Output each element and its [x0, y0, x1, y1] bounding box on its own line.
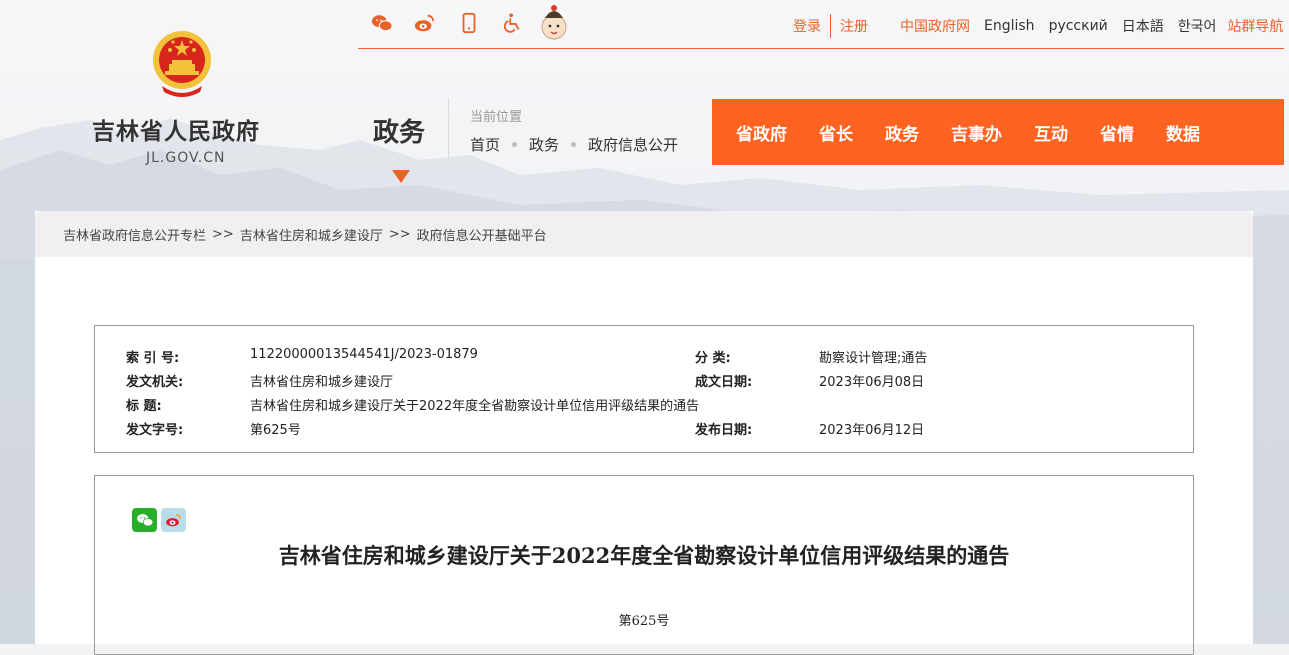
nav-item-jishiban[interactable]: 吉事办 — [951, 120, 1002, 145]
share-wechat-button[interactable] — [132, 508, 157, 532]
crumb-dot — [512, 142, 518, 147]
nav-item-interaction[interactable]: 互动 — [1034, 120, 1068, 145]
meta-title-value: 吉林省住房和城乡建设厅关于2022年度全省勘察设计单位信用评级结果的通告 — [250, 399, 700, 414]
breadcrumb-platform[interactable]: 政府信息公开基础平台 — [417, 225, 547, 244]
location-breadcrumb: 首页 政务 政府信息公开 — [470, 134, 678, 155]
lang-russian[interactable]: русский — [1049, 18, 1108, 34]
document-title: 吉林省住房和城乡建设厅关于2022年度全省勘察设计单位信用评级结果的通告 — [278, 543, 1010, 568]
meta-docno-value: 第625号 — [250, 423, 301, 438]
nav-item-province-gov[interactable]: 省政府 — [736, 120, 787, 145]
weibo-icon[interactable] — [412, 10, 438, 36]
nav-item-government-affairs[interactable]: 政务 — [885, 120, 919, 145]
header-divider — [448, 98, 449, 164]
meta-category-value: 勘察设计管理;通告 — [819, 351, 928, 366]
mobile-icon[interactable] — [456, 10, 482, 36]
lang-japanese[interactable]: 日本語 — [1122, 16, 1164, 36]
metadata-table: 索 引 号: 11220000013544541J/2023-01879 分 类… — [94, 325, 1194, 453]
breadcrumb-info-column[interactable]: 吉林省政府信息公开专栏 — [63, 225, 206, 244]
meta-issuer-value: 吉林省住房和城乡建设厅 — [250, 375, 394, 390]
nav-item-governor[interactable]: 省长 — [819, 120, 853, 145]
register-link[interactable]: 注册 — [840, 16, 868, 36]
top-links: 登录 注册 中国政府网 English русский 日本語 한국어 站群导航 — [793, 14, 1283, 38]
gov-link[interactable]: 中国政府网 — [900, 16, 970, 36]
share-weibo-button[interactable] — [161, 508, 186, 532]
breadcrumb: 吉林省政府信息公开专栏 >> 吉林省住房和城乡建设厅 >> 政府信息公开基础平台 — [35, 211, 1253, 257]
location-label: 当前位置 — [470, 110, 523, 125]
breadcrumb-housing-dept[interactable]: 吉林省住房和城乡建设厅 — [240, 225, 383, 244]
login-link[interactable]: 登录 — [793, 16, 821, 36]
accessibility-icon[interactable] — [500, 10, 526, 36]
nav-item-province-info[interactable]: 省情 — [1100, 120, 1134, 145]
meta-title-label: 标 题: — [126, 399, 162, 414]
meta-category-label: 分 类: — [695, 351, 731, 366]
lang-korean[interactable]: 한국어 — [1178, 16, 1217, 36]
channel-arrow-icon — [392, 170, 410, 183]
top-link-separator — [830, 14, 831, 38]
content-panel: 吉林省政府信息公开专栏 >> 吉林省住房和城乡建设厅 >> 政府信息公开基础平台… — [35, 211, 1253, 655]
crumb-home[interactable]: 首页 — [470, 134, 500, 155]
breadcrumb-separator: >> — [212, 226, 234, 242]
national-emblem-icon[interactable] — [150, 28, 214, 98]
site-domain: JL.GOV.CN — [146, 150, 226, 166]
document-body: 吉林省住房和城乡建设厅关于2022年度全省勘察设计单位信用评级结果的通告 第62… — [94, 475, 1194, 655]
lang-english[interactable]: English — [984, 18, 1035, 34]
top-divider — [358, 48, 1284, 49]
meta-index-label: 索 引 号: — [126, 351, 180, 366]
channel-title: 政务 — [373, 118, 426, 148]
meta-publish-value: 2023年06月12日 — [819, 423, 925, 438]
document-number: 第625号 — [618, 614, 670, 629]
meta-docno-label: 发文字号: — [126, 423, 184, 438]
site-nav-link[interactable]: 站群导航 — [1227, 16, 1283, 36]
wechat-icon — [136, 514, 153, 527]
meta-date-value: 2023年06月08日 — [819, 375, 925, 390]
weibo-icon — [165, 514, 181, 527]
meta-date-label: 成文日期: — [695, 375, 753, 390]
main-nav: 省政府 省长 政务 吉事办 互动 省情 数据 — [712, 99, 1284, 165]
nav-item-data[interactable]: 数据 — [1166, 120, 1200, 145]
meta-publish-label: 发布日期: — [695, 423, 753, 438]
breadcrumb-separator: >> — [388, 226, 411, 242]
wechat-icon[interactable] — [369, 10, 395, 36]
mascot-icon[interactable] — [539, 2, 569, 42]
meta-index-value: 11220000013544541J/2023-01879 — [250, 347, 478, 362]
site-name[interactable]: 吉林省人民政府 — [92, 112, 260, 146]
meta-issuer-label: 发文机关: — [126, 375, 184, 390]
crumb-info-public[interactable]: 政府信息公开 — [588, 134, 678, 155]
crumb-dot — [571, 142, 577, 147]
crumb-zhengwu[interactable]: 政务 — [529, 134, 559, 155]
